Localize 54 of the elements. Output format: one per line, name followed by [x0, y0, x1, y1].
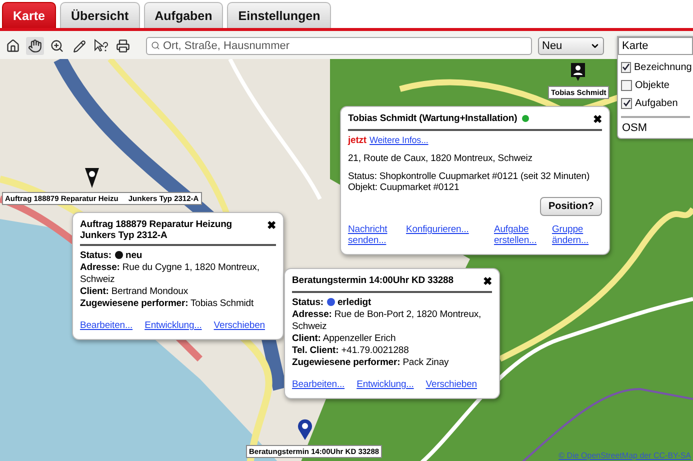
popup-link[interactable]: Nachricht senden...	[348, 224, 398, 246]
detail-row-text: Zugewiesene performer: Pack Zinay	[292, 357, 450, 369]
popup-link[interactable]: Entwicklung...	[356, 379, 414, 390]
map-pin-icon[interactable]	[84, 167, 100, 189]
popup-title: Auftrag 188879 Reparatur Heizung Junkers Typ 2312-A	[80, 219, 234, 241]
caret-icon	[590, 41, 600, 51]
home-icon[interactable]	[4, 37, 22, 55]
zoom-icon[interactable]	[48, 37, 66, 55]
position-button[interactable]: Position?	[540, 197, 602, 216]
popup-link[interactable]: Bearbeiten...	[292, 379, 345, 390]
base-layer-label[interactable]: OSM	[618, 122, 652, 134]
status-row-text: Status: neu	[80, 250, 144, 262]
detail-row-text: Tel. Client: +41.79.0021288	[292, 345, 410, 357]
popup-link[interactable]: Aufgabe erstellen...	[494, 224, 544, 246]
detail-row-text: Adresse: Rue de Bon-Port 2, 1820 Montreux, Schweiz	[292, 309, 482, 333]
popup-link[interactable]: Verschieben	[426, 379, 477, 390]
checkbox[interactable]	[621, 80, 632, 90]
popup-link[interactable]: Gruppe ändern...	[552, 224, 602, 246]
checkbox[interactable]	[621, 62, 631, 72]
layer-label: Aufgaben	[635, 98, 678, 108]
detail-row-text: Client: Bertrand Mondoux	[80, 286, 189, 298]
checkbox[interactable]	[621, 98, 632, 108]
tab[interactable]: Aufgaben	[144, 2, 224, 28]
popup-link[interactable]: Konfigurieren...	[406, 224, 486, 235]
layer-label: Bezeichnung	[634, 62, 692, 72]
close-button[interactable]: ✖	[267, 219, 276, 232]
detail-row-text: Zugewiesene performer: Tobias Schmidt	[80, 298, 255, 310]
layer-label: Objekte	[635, 80, 670, 90]
popup-title: Beratungstermin 14:00Uhr KD 33288	[292, 275, 454, 286]
popup-link[interactable]: Entwicklung...	[144, 320, 202, 331]
map-type-select[interactable]: Karte	[618, 37, 693, 55]
detail-row-text: Client: Appenzeller Erich	[292, 333, 397, 345]
time-label: jetzt	[348, 135, 367, 146]
popup-link[interactable]: Bearbeiten...	[80, 320, 133, 331]
printer-icon[interactable]	[114, 37, 132, 55]
status-text: Objekt: Cuupmarket #0121	[348, 182, 460, 193]
more-info-link[interactable]: Weitere Infos...	[370, 135, 428, 145]
close-button[interactable]: ✖	[483, 275, 492, 288]
detail-row-text: Adresse: Rue du Cygne 1, 1820 Montreux, Schweiz	[80, 262, 260, 286]
status-row-text: Status: erledigt	[292, 297, 372, 309]
hand-icon[interactable]	[26, 37, 44, 55]
search-icon	[151, 41, 160, 50]
popup-title: Tobias Schmidt (Wartung+Installation)	[348, 113, 518, 124]
new-dropdown[interactable]: Neu	[538, 37, 604, 55]
status-text: Status: Shopkontrolle Cuupmarket #0121 (seit 32 Minuten)	[348, 171, 591, 182]
tab[interactable]: Karte	[2, 2, 56, 28]
tab[interactable]: Übersicht	[60, 2, 140, 28]
popup-link[interactable]: Verschieben	[214, 320, 265, 331]
person-marker-icon[interactable]	[570, 62, 586, 82]
tab[interactable]: Einstellungen	[227, 2, 332, 28]
address-text: 21, Route de Caux, 1820 Montreux, Schweiz	[348, 153, 534, 164]
close-button[interactable]: ✖	[593, 113, 602, 126]
map-pin-icon[interactable]	[297, 419, 313, 441]
search-field[interactable]: Ort, Straße, Hausnummer	[146, 37, 532, 55]
